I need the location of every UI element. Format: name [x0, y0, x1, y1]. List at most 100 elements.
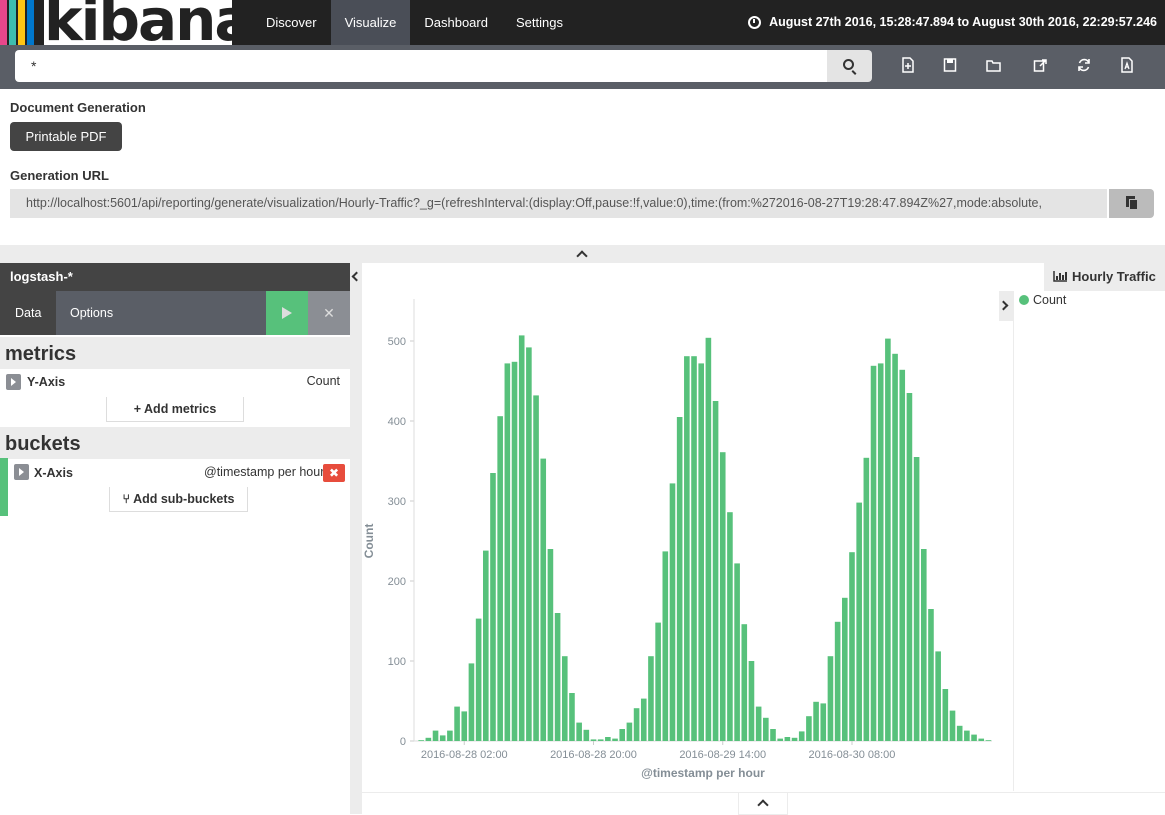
chart-bar [741, 624, 748, 741]
plus-icon: + [133, 402, 142, 416]
nav-visualize[interactable]: Visualize [330, 0, 411, 45]
refresh-icon[interactable] [1077, 57, 1091, 73]
x-axis-value: @timestamp per hour [204, 465, 325, 479]
chart-bar [763, 717, 769, 741]
add-metrics-button[interactable]: + Add metrics [106, 397, 244, 422]
chart-bar [684, 356, 690, 741]
generation-url-label: Generation URL [10, 168, 109, 183]
copy-url-button[interactable] [1109, 189, 1154, 218]
tab-options[interactable]: Options [55, 291, 128, 335]
chart-bar [770, 729, 776, 741]
nav-discover[interactable]: Discover [252, 0, 331, 45]
remove-bucket-button[interactable]: ✖ [323, 464, 345, 482]
chart-bar [877, 363, 884, 741]
x-axis-agg-row[interactable]: X-Axis @timestamp per hour ✖ [0, 458, 350, 486]
sidebar-collapse-toggle[interactable] [350, 263, 362, 814]
new-icon[interactable] [901, 57, 915, 73]
chart-bar [863, 457, 870, 741]
chart-bar [920, 549, 927, 741]
chart-bar [490, 473, 496, 741]
vis-editor-sidebar: logstash-* Data Options ✕ metrics Y-Axis… [0, 263, 350, 814]
chart-bar [842, 597, 848, 741]
search-button[interactable] [827, 50, 872, 82]
chart-bar [734, 563, 740, 741]
chart-bar [820, 703, 827, 741]
chart-bar [849, 552, 855, 741]
chart-bar [885, 338, 891, 741]
chart-bar [605, 737, 611, 741]
chart-bar [483, 550, 489, 741]
index-pattern-title: logstash-* [0, 263, 350, 291]
open-icon[interactable] [986, 57, 1002, 73]
buckets-header: buckets [0, 427, 350, 459]
chart-bar [533, 395, 539, 741]
share-icon[interactable] [1033, 57, 1047, 73]
chart-bar [518, 335, 525, 741]
chart-bar [755, 706, 762, 741]
logo-stripe [27, 0, 34, 45]
y-axis-value: Count [306, 374, 340, 388]
search-input[interactable] [15, 50, 827, 82]
add-sub-buckets-label: Add sub-buckets [133, 492, 235, 506]
save-icon[interactable] [943, 57, 957, 73]
chart-bar [964, 730, 970, 741]
spy-panel-toggle[interactable] [738, 793, 788, 815]
chart-bar [834, 621, 841, 741]
chart-bar [705, 337, 712, 741]
chart-bar [432, 730, 439, 741]
document-generation-label: Document Generation [10, 100, 146, 115]
chart-bar [798, 731, 805, 741]
chart-bar [461, 711, 468, 741]
chart-bar [956, 725, 963, 741]
discard-changes-button[interactable]: ✕ [308, 291, 350, 335]
chart-bar [590, 739, 597, 741]
y-axis-agg-row[interactable]: Y-Axis Count [0, 368, 350, 396]
legend-item-count[interactable]: Count [1019, 293, 1066, 307]
legend-color-dot [1019, 295, 1029, 305]
chart-bar [748, 661, 755, 741]
collapse-panel-toggle[interactable] [0, 245, 1165, 263]
tab-data[interactable]: Data [0, 291, 57, 335]
chart-bar [727, 512, 733, 741]
chart-bar [648, 656, 654, 741]
chart-bar [526, 347, 532, 741]
y-tick-label: 200 [388, 576, 406, 588]
sidebar-tabs: Data Options ✕ [0, 291, 350, 335]
logo-text: kibana [44, 0, 232, 45]
chart-bar [561, 656, 568, 741]
logo-stripe [9, 0, 16, 45]
chart-bar [928, 609, 934, 741]
nav-settings[interactable]: Settings [502, 0, 577, 45]
chevron-up-icon [576, 250, 588, 262]
chart-bar [583, 729, 590, 741]
chart-bar [576, 722, 582, 741]
chart-bar [676, 417, 683, 741]
chart-bar [813, 701, 819, 741]
add-sub-buckets-button[interactable]: ⑂ Add sub-buckets [109, 487, 248, 512]
x-tick-label: 2016-08-28 02:00 [421, 749, 508, 761]
legend-toggle[interactable] [998, 291, 1013, 321]
legend-header: Hourly Traffic [1044, 263, 1165, 291]
chart-bar [806, 716, 812, 741]
expand-toggle-icon[interactable] [6, 374, 21, 390]
time-picker[interactable]: August 27th 2016, 15:28:47.894 to August… [748, 0, 1157, 45]
y-tick-label: 100 [388, 656, 406, 668]
pdf-icon[interactable] [1120, 57, 1134, 73]
logo-stripe [18, 0, 25, 45]
branch-icon: ⑂ [122, 492, 131, 506]
generation-url-field[interactable]: http://localhost:5601/api/reporting/gene… [10, 189, 1107, 218]
chart-bar [569, 693, 575, 741]
kibana-logo[interactable]: kibana [44, 0, 232, 45]
chart-bar [935, 651, 941, 741]
y-tick-label: 0 [400, 736, 406, 748]
printable-pdf-button[interactable]: Printable PDF [10, 122, 122, 151]
x-tick-label: 2016-08-28 20:00 [550, 749, 637, 761]
chart-bar [454, 706, 460, 741]
expand-toggle-icon[interactable] [14, 464, 29, 480]
nav-dashboard[interactable]: Dashboard [410, 0, 502, 45]
reporting-panel: Document Generation Printable PDF Genera… [0, 89, 1165, 245]
apply-changes-button[interactable] [266, 291, 308, 335]
y-tick-label: 500 [388, 336, 406, 348]
x-tick-label: 2016-08-29 14:00 [679, 749, 766, 761]
chart-bar [906, 393, 913, 741]
